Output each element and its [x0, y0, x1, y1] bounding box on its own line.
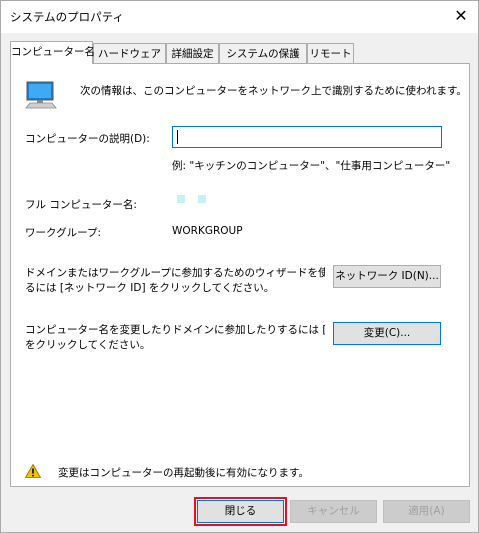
workgroup-value: WORKGROUP	[172, 225, 243, 237]
warning-text: 変更はコンピューターの再起動後に有効になります。	[58, 467, 309, 479]
network-id-button[interactable]: ネットワーク ID(N)...	[333, 265, 441, 288]
network-id-text-line1: ドメインまたはワークグループに参加するためのウィザードを使用す	[25, 267, 325, 279]
warning-icon	[25, 464, 41, 478]
full-name-label: フル コンピューター名:	[25, 199, 137, 211]
description-example: 例: "キッチンのコンピューター"、"仕事用コンピューター"	[172, 160, 451, 172]
window-title: システムのプロパティ	[10, 10, 124, 24]
tab-advanced[interactable]: 詳細設定	[166, 43, 219, 63]
tab-panel-computer-name: 次の情報は、このコンピューターをネットワーク上で識別するために使われます。 コン…	[10, 63, 470, 487]
text-caret	[177, 130, 178, 144]
tab-system-protection[interactable]: システムの保護	[219, 43, 307, 63]
intro-text: 次の情報は、このコンピューターをネットワーク上で識別するために使われます。	[80, 85, 467, 97]
change-text-line2: をクリックしてください。	[25, 339, 151, 351]
tab-hardware[interactable]: ハードウェア	[93, 43, 166, 63]
close-button[interactable]: 閉じる	[194, 497, 287, 526]
description-input[interactable]	[172, 126, 442, 148]
network-id-text-line2: るには [ネットワーク ID] をクリックしてください。	[25, 282, 275, 294]
system-properties-window: システムのプロパティ ✕ コンピューター名 ハードウェア 詳細設定 システムの保…	[0, 0, 479, 533]
cancel-button[interactable]: キャンセル	[290, 500, 377, 523]
change-button[interactable]: 変更(C)...	[333, 322, 441, 345]
full-name-value-obscured	[177, 195, 185, 203]
description-label: コンピューターの説明(D):	[25, 133, 150, 145]
change-text-line1: コンピューター名を変更したりドメインに参加したりするには [変更]	[25, 324, 325, 336]
close-icon[interactable]: ✕	[444, 1, 478, 31]
title-bar: システムのプロパティ ✕	[1, 1, 478, 33]
tab-computer-name[interactable]: コンピューター名	[10, 41, 95, 64]
computer-icon	[25, 81, 57, 109]
tab-remote[interactable]: リモート	[307, 43, 354, 63]
workgroup-label: ワークグループ:	[25, 227, 101, 239]
full-name-value-obscured	[198, 195, 206, 203]
apply-button[interactable]: 適用(A)	[383, 500, 470, 523]
